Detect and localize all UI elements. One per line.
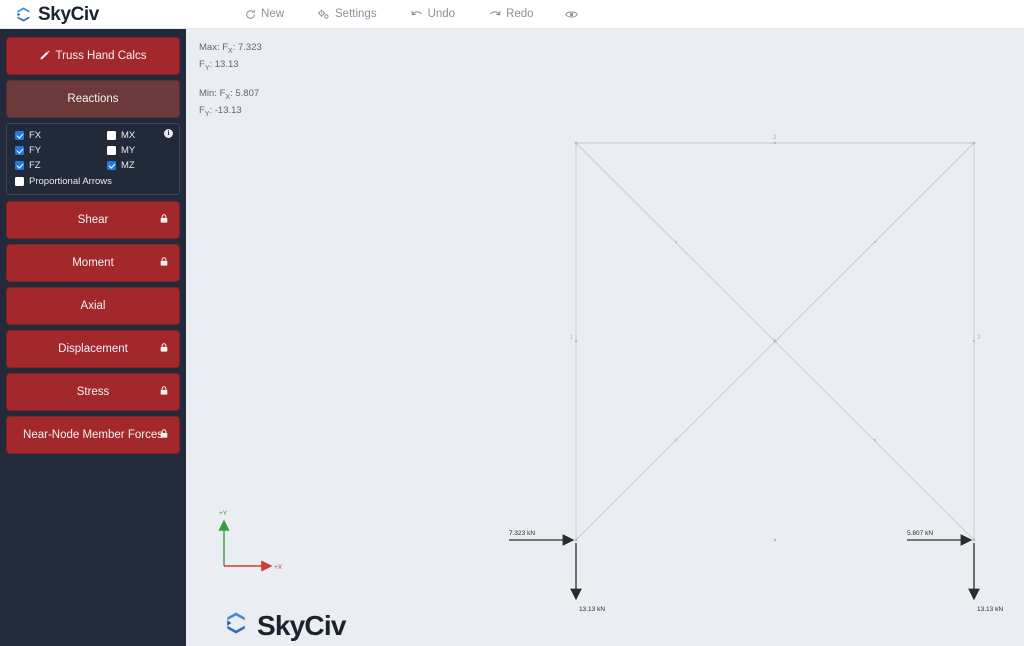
checkbox-fx-box [15,131,24,140]
redo-arrow-icon [489,9,501,19]
reactions-button[interactable]: Reactions [6,80,180,118]
left-vertical-reaction-label: 13.13 kN [579,606,605,613]
checkbox-my-box [107,146,116,155]
axis-x-label: +X [274,564,283,571]
checkbox-my[interactable]: MY [107,145,171,156]
moment-button[interactable]: Moment [6,244,180,282]
nav-settings-button[interactable]: Settings [301,0,394,29]
watermark-text: SkyCiv [257,612,346,640]
nav-undo-label: Undo [428,8,456,20]
pencil-icon [40,50,50,63]
shear-label: Shear [78,214,109,226]
lock-icon [160,386,168,399]
right-vertical-reaction-label: 13.13 kN [977,606,1003,613]
skyciv-app-window: SkyCiv New [0,0,1024,646]
checkbox-proportional-arrows-box [15,177,24,186]
nav-visibility-button[interactable] [551,0,592,29]
lock-icon [160,343,168,356]
model-viewport[interactable]: Max: FX: 7.323 FY: 13.13 Min: FX: 5.807 … [186,29,1024,646]
checkbox-fx[interactable]: FX [15,130,107,141]
checkbox-fy[interactable]: FY [15,145,107,156]
checkbox-fx-label: FX [29,130,41,141]
checkbox-mz-label: MZ [121,160,135,171]
top-toolbar: SkyCiv New [0,0,1024,29]
node-label-1: 1 [570,335,574,341]
checkbox-fy-box [15,146,24,155]
stress-button[interactable]: Stress [6,373,180,411]
lock-icon [160,214,168,227]
checkbox-fy-label: FY [29,145,41,156]
nav-new-label: New [261,8,284,20]
shear-button[interactable]: Shear [6,201,180,239]
top-nav: New Settings [228,0,592,29]
checkbox-proportional-arrows[interactable]: Proportional Arrows [15,176,171,187]
structure-diagram[interactable]: 2 1 3 7.323 kN 13.13 kN 5.807 kN 13.13 k… [186,29,1024,646]
gears-icon [318,9,330,20]
nav-settings-label: Settings [335,8,377,20]
left-horizontal-reaction-label: 7.323 kN [509,530,535,537]
truss-hand-calcs-button[interactable]: Truss Hand Calcs [6,37,180,75]
checkbox-my-label: MY [121,145,135,156]
axial-button[interactable]: Axial [6,287,180,325]
reactions-label: Reactions [67,93,118,105]
checkbox-proportional-arrows-label: Proportional Arrows [29,176,112,187]
skyciv-logo-icon [222,609,250,642]
refresh-icon [245,9,256,20]
lock-icon [160,257,168,270]
eye-icon [565,9,578,20]
reaction-checkbox-grid: FX MX FY MY FZ [15,130,171,187]
reaction-components-panel: i FX MX FY MY [6,123,180,195]
checkbox-mx-box [107,131,116,140]
axial-label: Axial [81,300,106,312]
axis-indicator: +Y +X [219,510,283,571]
displacement-button[interactable]: Displacement [6,330,180,368]
axis-y-label: +Y [219,510,228,517]
undo-arrow-icon [411,9,423,19]
nav-redo-label: Redo [506,8,534,20]
stress-label: Stress [77,386,110,398]
checkbox-mz-box [107,161,116,170]
lock-icon [160,429,168,442]
right-support-reaction: 5.807 kN 13.13 kN [907,530,1003,613]
near-node-member-forces-button[interactable]: Near-Node Member Forces [6,416,180,454]
moment-label: Moment [72,257,114,269]
right-horizontal-reaction-label: 5.807 kN [907,530,933,537]
displacement-label: Displacement [58,343,128,355]
left-support-reaction: 7.323 kN 13.13 kN [509,530,605,613]
checkbox-fz-box [15,161,24,170]
results-sidebar: Truss Hand Calcs Reactions i FX MX FY [0,29,186,646]
canvas-watermark: SkyCiv [222,609,346,642]
nav-new-button[interactable]: New [228,0,301,29]
skyciv-logo-icon [14,5,33,24]
truss-hand-calcs-label: Truss Hand Calcs [56,50,147,62]
checkbox-fz[interactable]: FZ [15,160,107,171]
node-label-2: 2 [773,135,777,141]
node-label-3: 3 [977,335,981,341]
nav-undo-button[interactable]: Undo [394,0,473,29]
near-node-member-forces-label: Near-Node Member Forces [23,429,163,441]
checkbox-mx[interactable]: MX [107,130,171,141]
checkbox-mz[interactable]: MZ [107,160,171,171]
nav-redo-button[interactable]: Redo [472,0,551,29]
node-id-labels: 2 1 3 [570,135,981,341]
info-icon[interactable]: i [164,129,173,138]
brand-name: SkyCiv [38,5,99,24]
checkbox-fz-label: FZ [29,160,41,171]
checkbox-mx-label: MX [121,130,135,141]
brand-logo[interactable]: SkyCiv [0,5,186,24]
